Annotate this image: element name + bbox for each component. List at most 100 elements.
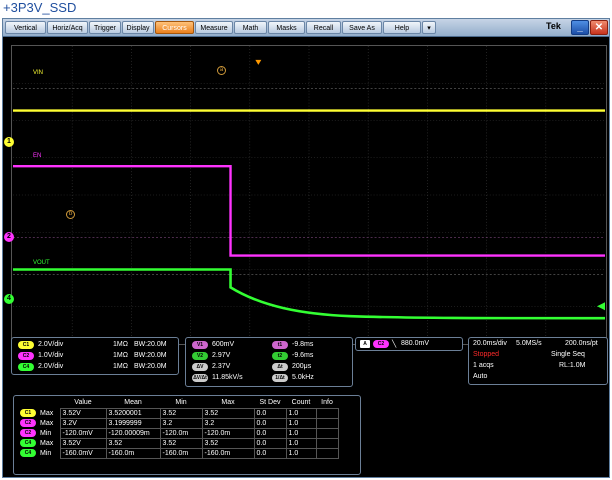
v1-chip: V1	[192, 341, 208, 349]
table-row[interactable]: C4 Min -160.0mV -160.0m -160.0m -160.0m 0.0 1.0	[18, 447, 339, 459]
close-button[interactable]: ✕	[590, 20, 608, 35]
table-cell	[315, 407, 339, 419]
menu-math[interactable]: Math	[234, 21, 267, 34]
menu-cursors[interactable]: Cursors	[155, 21, 194, 34]
page-title: +3P3V_SSD	[3, 0, 77, 15]
channel-coupling: 1MΩ	[113, 363, 128, 370]
en-label: EN	[33, 153, 42, 159]
channel-bandwidth: BW:20.0M	[134, 363, 167, 370]
t1-value: -9.8ms	[292, 341, 314, 348]
table-row[interactable]: C4 Max 3.52V 3.52 3.52 3.52 0.0 1.0	[18, 437, 339, 449]
table-cell: 1.0	[285, 427, 317, 439]
menu-vertical[interactable]: Vertical	[5, 21, 46, 34]
delta-v-chip: ΔV	[192, 363, 208, 371]
measurement-type: Min	[40, 429, 52, 437]
vout-label: VOUT	[33, 260, 50, 266]
table-cell: 1.0	[285, 417, 317, 429]
measurement-source-chip: C4	[20, 449, 36, 457]
table-cell: 0.0	[253, 437, 287, 449]
measurement-source-chip: C2	[20, 429, 36, 437]
menu-measure[interactable]: Measure	[195, 21, 233, 34]
table-cell: 3.52V	[59, 407, 107, 419]
t2-chip: t2	[272, 352, 288, 360]
cursor-readout-panel[interactable]: V1 600mV V2 2.97V ΔV 2.37V ΔV/Δt 11.85kV…	[185, 337, 353, 387]
table-cell: 1.0	[285, 437, 317, 449]
table-cell: 3.52	[201, 407, 255, 419]
menu-horiz-acq[interactable]: Horiz/Acq	[47, 21, 88, 34]
table-cell	[315, 437, 339, 449]
table-row[interactable]: C1 Max 3.52V 3.5200001 3.52 3.52 0.0 1.0	[18, 407, 339, 419]
menu-save-as[interactable]: Save As	[342, 21, 382, 34]
measurement-type: Max	[40, 439, 54, 447]
channel-scale: 2.0V/div	[38, 341, 64, 348]
delta-v-value: 2.37V	[212, 363, 231, 370]
trigger-level: 880.0mV	[401, 340, 430, 347]
menu-recall[interactable]: Recall	[306, 21, 341, 34]
trigger-position-marker[interactable]	[255, 59, 262, 65]
oscilloscope-window: Vertical Horiz/Acq Trigger Display Curso…	[2, 18, 610, 478]
acquisition-state: Stopped	[473, 351, 500, 358]
acquisition-panel[interactable]: 20.0ms/div 5.0MS/s 200.0ns/pt Stopped Si…	[468, 337, 608, 385]
table-cell: 3.52	[159, 437, 203, 449]
column-header: Info	[321, 399, 333, 407]
table-cell	[315, 417, 339, 429]
channel-row[interactable]: C2 1.0V/div 1MΩ BW:20.0M	[18, 352, 178, 361]
trigger-source-chip: C2	[373, 340, 389, 348]
menu-display[interactable]: Display	[122, 21, 154, 34]
ch4-marker[interactable]: 4	[4, 294, 14, 304]
cursor-b-marker[interactable]: b	[66, 210, 75, 219]
table-cell: 3.52	[159, 407, 203, 419]
table-cell: 0.0	[253, 427, 287, 439]
table-row[interactable]: C2 Min -120.0mV -120.00009m -120.0m -120.0m 0.…	[18, 427, 339, 439]
table-cell: 3.52	[105, 437, 161, 449]
delta-v-dt-chip: ΔV/Δt	[192, 374, 208, 382]
ch1-marker[interactable]: 1	[4, 137, 14, 147]
table-cell: 0.0	[253, 447, 287, 459]
channel-coupling: 1MΩ	[113, 341, 128, 348]
measurement-source-chip: C2	[20, 419, 36, 427]
measurement-type: Min	[40, 449, 52, 457]
table-cell: 1.0	[285, 447, 317, 459]
trigger-a-chip: A	[360, 340, 370, 348]
acquisition-mode: Single Seq	[551, 351, 585, 358]
menu-more[interactable]: ▾	[422, 21, 436, 34]
channel-settings-panel: C1 2.0V/div 1MΩ BW:20.0M C2 1.0V/div 1MΩ…	[11, 337, 179, 375]
measurements-panel[interactable]: Value Mean Min Max St Dev Count Info C1 M…	[13, 395, 361, 475]
table-cell: 3.2	[201, 417, 255, 429]
trigger-mode: Auto	[473, 373, 488, 380]
table-cell: 3.52	[201, 437, 255, 449]
channel-chip: C1	[18, 341, 34, 349]
table-row[interactable]: C2 Max 3.2V 3.1999999 3.2 3.2 0.0 1.0	[18, 417, 339, 429]
cursor-a-marker[interactable]: a	[217, 66, 226, 75]
measurement-type: Max	[40, 419, 54, 427]
trigger-panel[interactable]: A C2 ╲ 880.0mV	[355, 337, 463, 351]
table-cell: -160.0m	[201, 447, 255, 459]
menu-trigger[interactable]: Trigger	[89, 21, 121, 34]
vout-offscreen-arrow	[597, 302, 606, 311]
acquisition-count: 1 acqs	[473, 362, 494, 369]
table-cell: 0.0	[253, 417, 287, 429]
timebase: 20.0ms/div	[473, 340, 507, 347]
record-length: RL:1.0M	[559, 362, 586, 369]
inverse-delta-t-chip: 1/Δt	[272, 374, 288, 382]
table-cell: 3.5200001	[105, 407, 161, 419]
waveform-graticule[interactable]	[11, 45, 607, 345]
table-cell: -120.00009m	[105, 427, 161, 439]
table-cell: -120.0m	[159, 427, 203, 439]
column-header: Mean	[124, 399, 142, 407]
en-trace	[12, 165, 606, 257]
menu-bar: Vertical Horiz/Acq Trigger Display Curso…	[3, 19, 609, 37]
menu-help[interactable]: Help	[383, 21, 421, 34]
channel-row[interactable]: C1 2.0V/div 1MΩ BW:20.0M	[18, 341, 178, 350]
column-header: Count	[291, 399, 311, 407]
minimize-button[interactable]: _	[571, 20, 589, 35]
ch2-marker[interactable]: 2	[4, 232, 14, 242]
channel-bandwidth: BW:20.0M	[134, 341, 167, 348]
table-cell: -160.0m	[159, 447, 203, 459]
channel-scale: 2.0V/div	[38, 363, 64, 370]
measurement-source-chip: C4	[20, 439, 36, 447]
channel-scale: 1.0V/div	[38, 352, 64, 359]
channel-row[interactable]: C4 2.0V/div 1MΩ BW:20.0M	[18, 363, 178, 372]
table-cell	[315, 447, 339, 459]
menu-masks[interactable]: Masks	[268, 21, 305, 34]
